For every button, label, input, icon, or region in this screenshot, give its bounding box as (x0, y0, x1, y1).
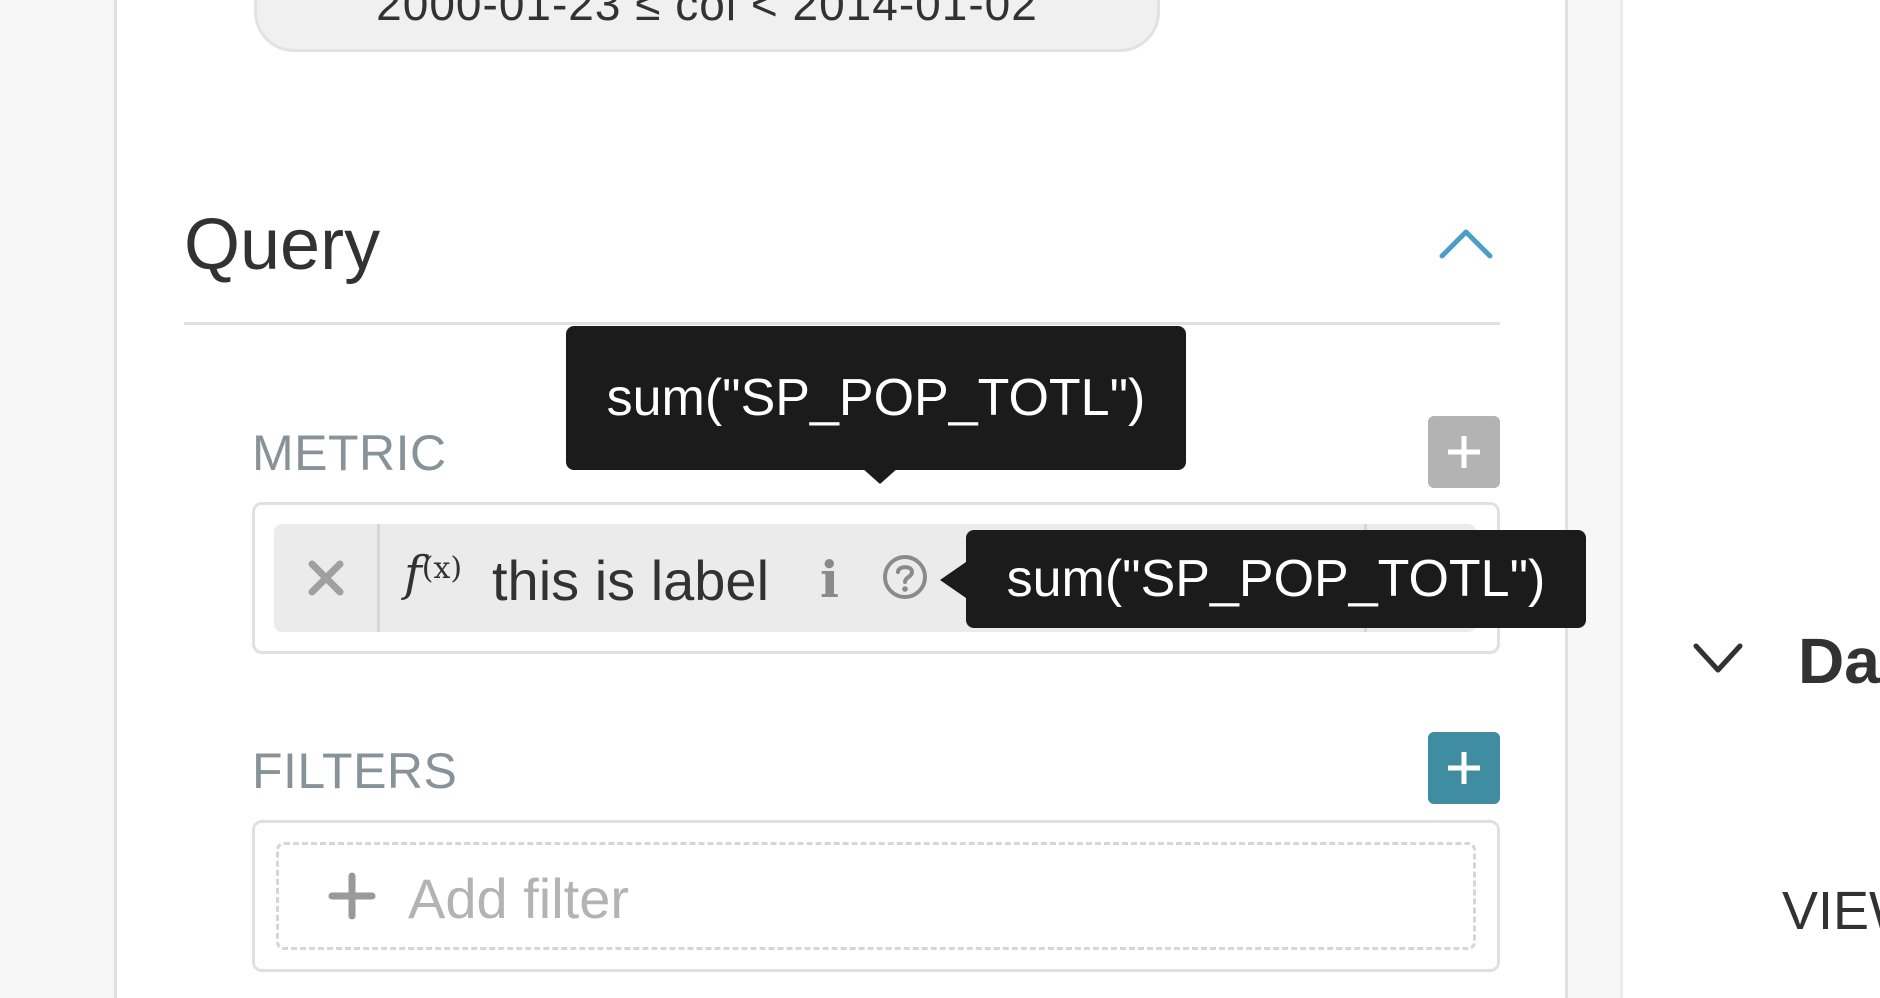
remove-metric-button[interactable] (274, 524, 380, 632)
metric-sql-tooltip-right: sum("SP_POP_TOTL") (966, 530, 1586, 628)
filters-label: FILTERS (252, 743, 458, 799)
info-icon[interactable]: i (820, 550, 839, 609)
function-icon: f(x) (404, 546, 463, 602)
plus-icon (328, 872, 376, 920)
metric-label: METRIC (252, 425, 447, 481)
time-range-text: 2000-01-23 ≤ col < 2014-01-02 (376, 0, 1038, 30)
metric-chip-label[interactable]: this is label (492, 548, 769, 613)
metric-sql-tooltip-top: sum("SP_POP_TOTL") (566, 326, 1186, 470)
add-filter-text[interactable]: Add filter (408, 866, 629, 931)
question-circle-icon[interactable] (882, 554, 928, 600)
chevron-down-icon[interactable] (1690, 640, 1746, 676)
dataset-panel (1620, 0, 1880, 998)
add-metric-button[interactable] (1428, 416, 1500, 488)
section-divider (184, 322, 1500, 325)
time-range-pill[interactable]: 2000-01-23 ≤ col < 2014-01-02 (254, 0, 1160, 52)
tooltip-arrow-left (940, 562, 966, 598)
close-icon (308, 560, 343, 596)
plus-icon (1448, 752, 1480, 784)
dataset-title[interactable]: Da (1798, 624, 1880, 698)
plus-icon (1448, 436, 1480, 468)
section-title-query[interactable]: Query (184, 204, 380, 286)
chevron-up-icon[interactable] (1436, 222, 1496, 262)
view-toggle[interactable]: VIEW (1782, 880, 1880, 942)
add-filter-button[interactable] (1428, 732, 1500, 804)
tooltip-arrow-down (862, 468, 898, 484)
